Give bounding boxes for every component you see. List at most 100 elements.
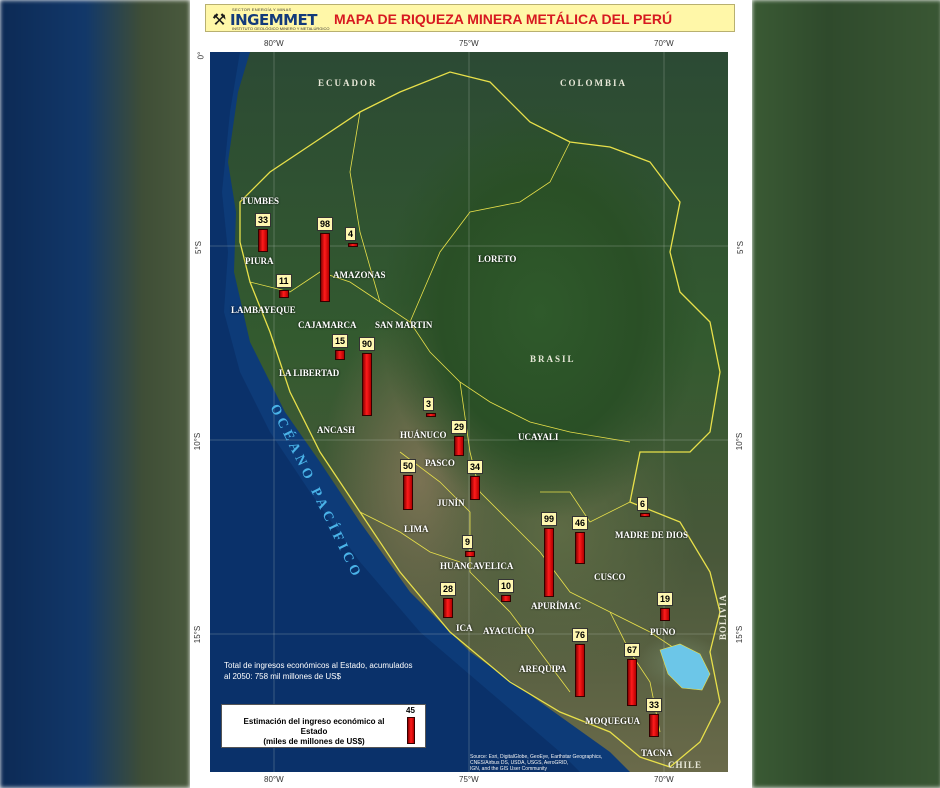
income-bar (575, 531, 585, 564)
income-bar-value: 33 (646, 697, 663, 712)
income-bar (544, 527, 554, 597)
lat-label-10s-right: 10°S (735, 432, 745, 451)
region-label-ayacucho: AYACUCHO (483, 626, 535, 636)
lon-label-bottom-80: 80°W (264, 775, 284, 784)
region-label-amazonas: AMAZONAS (333, 270, 386, 280)
income-bar-value: 4 (345, 227, 357, 241)
income-bar-value: 6 (637, 496, 649, 511)
income-bar (348, 243, 358, 247)
income-bar-value: 34 (467, 460, 484, 475)
lat-label-15s: 15°S (193, 625, 203, 644)
income-bar-value: 50 (400, 459, 417, 473)
region-label-pasco: PASCO (425, 458, 455, 468)
imagery-source-credit: Source: Esri, DigitalGlobe, GeoEye, Eart… (470, 754, 620, 772)
income-bar-value: 33 (255, 212, 272, 227)
region-label-arequipa: AREQUIPA (519, 664, 567, 674)
income-bar (443, 598, 453, 618)
map-header: ⚒ SECTOR ENERGÍA Y MINAS INGEMMET INSTIT… (205, 4, 735, 32)
logo-subtitle: INSTITUTO GEOLÓGICO MINERO Y METALÚRGICO (232, 26, 330, 31)
income-bar-value: 99 (541, 511, 558, 526)
region-label-moquegua: MOQUEGUA (585, 716, 640, 726)
income-bar (335, 349, 345, 360)
total-income-note: Total de ingresos económicos al Estado, … (224, 660, 413, 682)
country-label-brasil: BRASIL (530, 354, 576, 364)
income-bar-value: 46 (572, 515, 589, 530)
region-label-tacna: TACNA (641, 748, 673, 758)
lon-label-bottom-70: 70°W (654, 775, 674, 784)
region-label-ucayali: UCAYALI (518, 432, 559, 442)
legend-text-line-1: Estimación del ingreso económico al Esta… (243, 717, 385, 736)
income-bar-value: 67 (624, 643, 641, 658)
income-bar-value: 9 (462, 534, 474, 549)
income-bar (403, 475, 413, 510)
total-income-line-1: Total de ingresos económicos al Estado, … (224, 661, 413, 670)
region-label-cusco: CUSCO (594, 572, 626, 582)
region-label-piura: PIURA (245, 256, 274, 266)
income-bar (470, 476, 480, 500)
region-label-apurimac: APURÍMAC (531, 601, 581, 611)
lake-titicaca (659, 643, 711, 691)
region-label-lambayeque: LAMBAYEQUE (231, 305, 296, 315)
background-blur-left (0, 0, 190, 788)
region-label-ica: ICA (456, 623, 473, 633)
income-bar (465, 550, 475, 557)
income-bar-value: 28 (440, 582, 457, 597)
legend-sample-value: 45 (406, 706, 415, 715)
country-label-bolivia: BOLIVIA (718, 593, 728, 641)
income-bar-value: 19 (657, 591, 674, 606)
region-label-loreto: LORETO (478, 254, 517, 264)
income-bar (258, 228, 268, 252)
income-bar (454, 435, 464, 456)
source-line-1: Source: Esri, DigitalGlobe, GeoEye, Eart… (470, 754, 603, 766)
income-bar-value: 3 (423, 397, 435, 411)
lat-label-0: 0° (196, 51, 206, 60)
income-bar-value: 10 (498, 579, 515, 593)
income-bar (640, 512, 650, 517)
map-title: MAPA DE RIQUEZA MINERA METÁLICA DEL PERÚ (334, 11, 673, 27)
region-label-ancash: ANCASH (317, 425, 356, 435)
total-income-line-2: al 2050: 758 mil millones de US$ (224, 672, 341, 681)
lat-label-10s: 10°S (193, 432, 203, 451)
ingemmet-logo-icon: ⚒ (212, 10, 227, 29)
income-bar (575, 643, 585, 697)
lat-label-15s-right: 15°S (735, 625, 745, 644)
income-bar (279, 290, 289, 298)
region-label-cajamarca: CAJAMARCA (298, 320, 357, 330)
source-line-2: IGN, and the GIS User Community (470, 766, 547, 772)
lon-label-bottom-75: 75°W (459, 775, 479, 784)
lon-label-top-75: 75°W (459, 39, 479, 48)
lat-label-5s: 5°S (193, 241, 203, 254)
region-label-huancavelica: HUANCAVELICA (440, 561, 514, 571)
region-label-san-martin: SAN MARTIN (375, 320, 433, 330)
income-bar (649, 713, 659, 737)
region-boundary-4 (459, 381, 681, 653)
income-bar (627, 659, 637, 706)
country-label-chile: CHILE (668, 760, 703, 770)
region-label-la-libertad: LA LIBERTAD (279, 368, 340, 378)
legend-sample-bar (407, 717, 415, 744)
region-label-puno: PUNO (650, 627, 676, 637)
income-bar (660, 607, 670, 621)
country-label-colombia: COLOMBIA (560, 78, 628, 88)
legend-text-line-2: (miles de millones de US$) (263, 737, 365, 746)
lat-label-5s-right: 5°S (735, 241, 745, 254)
background-blur-right (752, 0, 940, 788)
income-bar-value: 15 (332, 333, 349, 348)
income-bar-value: 76 (572, 627, 589, 642)
income-bar-value: 29 (451, 419, 468, 434)
region-label-tumbes: TUMBES (241, 196, 280, 206)
income-bar-value: 98 (317, 217, 334, 232)
region-boundary-3 (409, 141, 571, 323)
lon-label-top-70: 70°W (654, 39, 674, 48)
income-bar (426, 413, 436, 417)
legend-text: Estimación del ingreso económico al Esta… (230, 717, 398, 747)
region-label-huanuco: HUÁNUCO (400, 430, 447, 440)
map-legend: Estimación del ingreso económico al Esta… (221, 704, 426, 748)
region-label-junin: JUNÍN (437, 498, 465, 508)
region-label-lima: LIMA (404, 524, 429, 534)
income-bar-value: 90 (359, 337, 376, 351)
country-label-ecuador: ECUADOR (318, 78, 378, 88)
income-bar-value: 11 (276, 274, 292, 289)
income-bar (320, 233, 330, 302)
income-bar (501, 595, 511, 602)
